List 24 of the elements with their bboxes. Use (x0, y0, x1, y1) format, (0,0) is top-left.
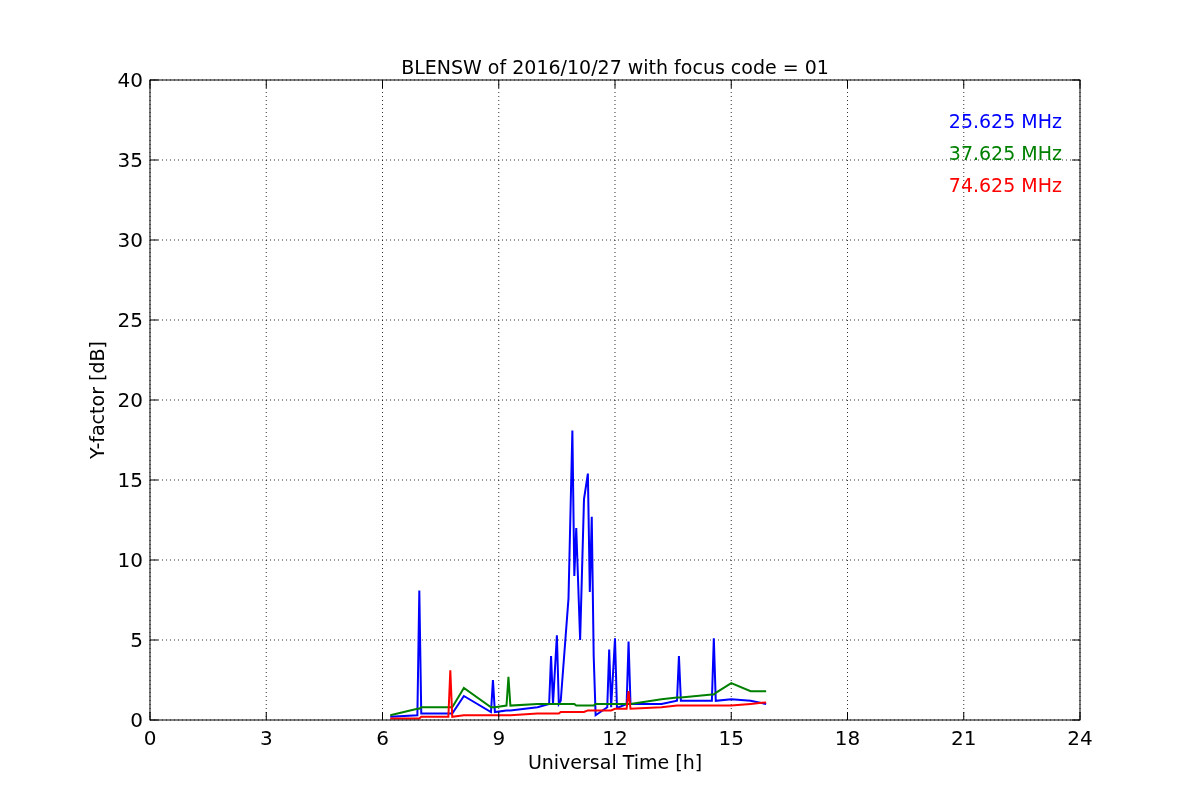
legend-label: 74.625 MHz (948, 174, 1062, 196)
tick-label: 6 (376, 726, 389, 750)
tick-label: 30 (117, 228, 143, 252)
tick-label: 24 (1067, 726, 1093, 750)
y-axis-label: Y-factor [dB] (86, 341, 108, 459)
tick-label: 12 (602, 726, 628, 750)
x-axis-label: Universal Time [h] (527, 751, 703, 773)
tick-label: 25 (117, 308, 143, 332)
tick-label: 20 (117, 388, 143, 412)
tick-label: 18 (834, 726, 861, 750)
tick-label: 3 (259, 726, 273, 750)
tick-label: 21 (951, 726, 977, 750)
tick-label: 5 (130, 628, 143, 652)
chart-title: BLENSW of 2016/10/27 with focus code = 01 (401, 56, 829, 78)
tick-label: 40 (117, 68, 143, 92)
tick-label: 15 (718, 726, 744, 750)
tick-label: 0 (130, 708, 143, 732)
tick-label: 15 (117, 468, 143, 492)
legend-label: 37.625 MHz (948, 142, 1062, 164)
legend-label: 25.625 MHz (948, 110, 1062, 132)
tick-label: 10 (117, 548, 143, 572)
tick-label: 0 (143, 726, 157, 750)
tick-label: 9 (492, 726, 506, 750)
tick-label: 35 (117, 148, 143, 172)
